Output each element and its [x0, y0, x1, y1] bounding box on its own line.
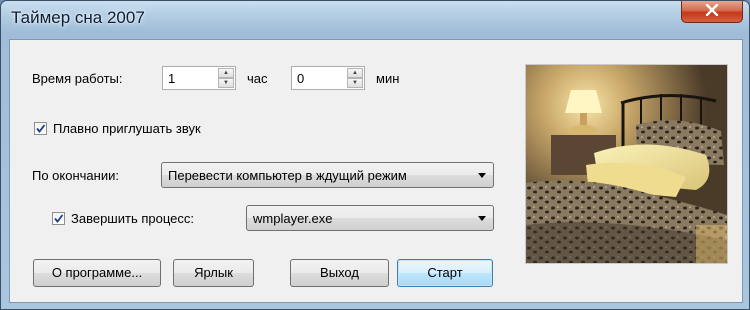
- shortcut-button[interactable]: Ярлык: [173, 259, 254, 287]
- dialog-body: Время работы: 1 ▲ ▼ час 0 ▲ ▼ мин Плавно…: [9, 39, 743, 303]
- on-finish-label: По окончании:: [32, 168, 119, 183]
- kill-process-label[interactable]: Завершить процесс:: [71, 211, 194, 226]
- window-title: Таймер сна 2007: [11, 8, 145, 27]
- kill-process-checkbox[interactable]: [52, 212, 65, 225]
- on-finish-selected: Перевести компьютер в ждущий режим: [168, 168, 407, 183]
- minutes-down-arrow-icon[interactable]: ▼: [347, 78, 363, 88]
- work-time-label: Время работы:: [32, 71, 123, 86]
- minutes-unit-label: мин: [376, 71, 400, 86]
- process-dropdown[interactable]: wmplayer.exe: [246, 205, 494, 231]
- minutes-spinner[interactable]: 0 ▲ ▼: [291, 66, 365, 90]
- hours-up-arrow-icon[interactable]: ▲: [218, 68, 234, 78]
- title-bar[interactable]: Таймер сна 2007: [1, 1, 749, 39]
- checkmark-icon: [54, 214, 64, 223]
- hours-down-arrow-icon[interactable]: ▼: [218, 78, 234, 88]
- chevron-down-icon: [478, 173, 486, 178]
- checkmark-icon: [36, 124, 46, 133]
- minutes-up-arrow-icon[interactable]: ▲: [347, 68, 363, 78]
- start-button[interactable]: Старт: [397, 259, 493, 287]
- process-selected: wmplayer.exe: [253, 211, 333, 226]
- hours-unit-label: час: [247, 71, 268, 86]
- exit-button[interactable]: Выход: [290, 259, 389, 287]
- chevron-down-icon: [478, 216, 486, 221]
- close-button[interactable]: [681, 1, 743, 23]
- hours-value: 1: [168, 71, 176, 86]
- minutes-value: 0: [297, 71, 305, 86]
- about-button[interactable]: О программе...: [33, 259, 161, 287]
- fade-sound-label[interactable]: Плавно приглушать звук: [53, 121, 201, 136]
- app-window: Таймер сна 2007 Время работы: 1 ▲ ▼ час …: [0, 0, 750, 310]
- fade-sound-checkbox[interactable]: [34, 122, 47, 135]
- hours-spinner[interactable]: 1 ▲ ▼: [162, 66, 236, 90]
- bedroom-photo: [525, 64, 728, 264]
- close-icon: [705, 3, 719, 19]
- on-finish-dropdown[interactable]: Перевести компьютер в ждущий режим: [161, 162, 494, 188]
